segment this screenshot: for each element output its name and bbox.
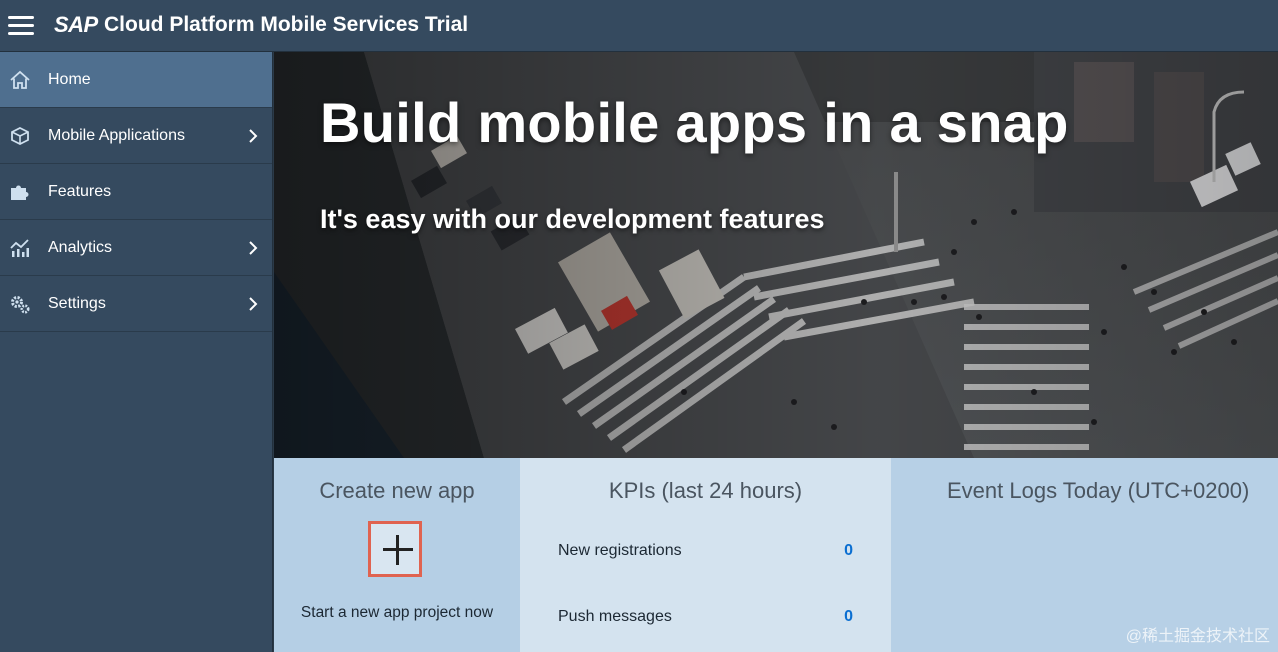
kpi-label: New registrations — [558, 542, 682, 559]
chevron-right-icon — [249, 241, 258, 255]
side-navigation: Home Mobile Applications Features Analyt… — [0, 52, 273, 652]
cube-icon — [11, 126, 29, 146]
gears-icon — [11, 296, 30, 314]
chevron-right-icon — [249, 129, 258, 143]
sidebar-item-label: Settings — [48, 295, 106, 312]
sidebar-item-mobile-applications[interactable]: Mobile Applications — [0, 108, 272, 164]
sidebar-item-label: Home — [48, 71, 91, 88]
sidebar-item-analytics[interactable]: Analytics — [0, 220, 272, 276]
puzzle-icon — [11, 185, 29, 200]
sap-logo: SAP — [54, 12, 98, 37]
sidebar-item-features[interactable]: Features — [0, 164, 272, 220]
sidebar-item-label: Features — [48, 183, 112, 200]
sidebar-item-settings[interactable]: Settings — [0, 276, 272, 332]
sidebar-item-label: Mobile Applications — [48, 127, 185, 144]
kpi-label: Push messages — [558, 608, 672, 625]
add-app-button[interactable] — [368, 521, 422, 577]
sidebar-item-label: Analytics — [48, 239, 113, 256]
create-app-hint[interactable]: Start a new app project now — [274, 604, 520, 622]
analytics-icon — [10, 239, 29, 257]
sidebar-item-home[interactable]: Home — [0, 52, 272, 108]
kpi-value[interactable]: 0 — [844, 608, 853, 626]
create-app-tile: Create new app Start a new app project n… — [274, 458, 520, 652]
hamburger-menu-icon[interactable] — [6, 13, 36, 39]
watermark: @稀土掘金技术社区 — [1125, 628, 1270, 645]
hero-subtitle: It's easy with our development features — [320, 204, 825, 234]
home-icon — [10, 70, 30, 89]
tile-title: KPIs (last 24 hours) — [608, 478, 803, 503]
kpi-row-new-registrations[interactable]: New registrations 0 — [558, 542, 853, 566]
tile-title: Create new app — [319, 478, 475, 503]
kpi-row-push-messages[interactable]: Push messages 0 — [558, 608, 853, 632]
hero-title: Build mobile apps in a snap — [320, 91, 1069, 154]
app-title: Cloud Platform Mobile Services Trial — [104, 13, 469, 36]
kpi-value[interactable]: 0 — [844, 542, 853, 560]
hero-banner: Build mobile apps in a snap It's easy wi… — [274, 52, 1278, 458]
kpi-tile: KPIs (last 24 hours) New registrations 0… — [520, 458, 891, 652]
tile-title: Event Logs Today (UTC+0200) — [947, 478, 1250, 503]
chevron-right-icon — [249, 297, 258, 311]
shell-header: SAP Cloud Platform Mobile Services Trial — [0, 0, 1278, 52]
